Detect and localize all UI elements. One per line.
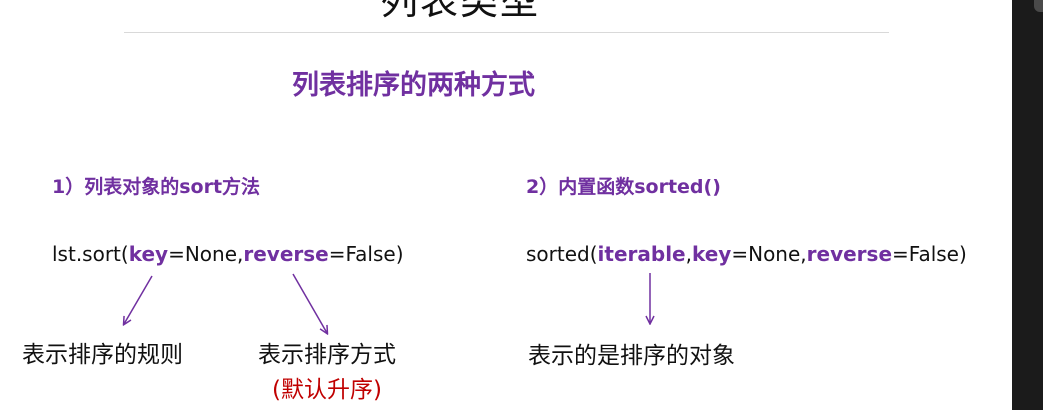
- annotation-arrows: [0, 273, 1012, 410]
- dark-window-edge: [1012, 0, 1043, 410]
- slide: 列表类型 列表排序的两种方式 1）列表对象的sort方法 lst.sort(ke…: [0, 0, 1012, 410]
- edge-knob: [1034, 0, 1043, 12]
- arrow-key-to-rule: [124, 275, 153, 324]
- arrow-reverse-to-order: [292, 273, 327, 333]
